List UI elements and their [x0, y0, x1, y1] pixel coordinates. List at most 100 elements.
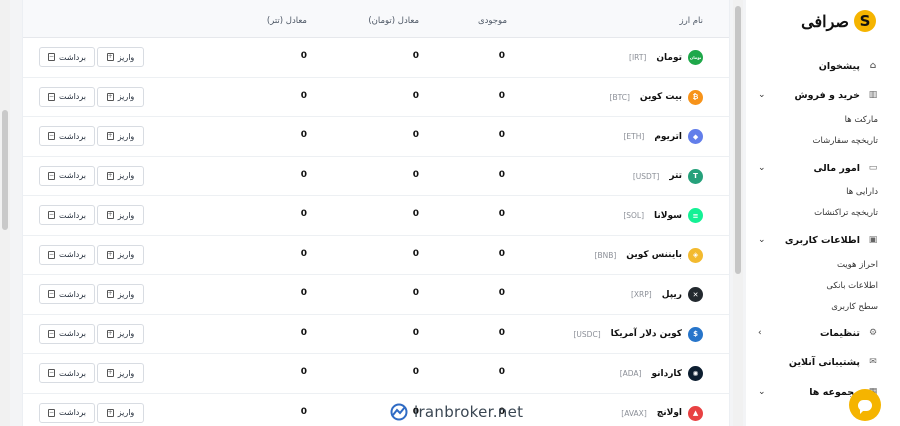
withdraw-icon: −: [48, 250, 56, 259]
sidebar-item-label: تنظیمات: [819, 327, 860, 339]
sidebar-item-label: اطلاعات کاربری: [784, 234, 860, 246]
deposit-icon: +: [106, 290, 114, 298]
brand-logo[interactable]: صرافی: [801, 10, 876, 32]
sidebar-subitem-order-history[interactable]: تاریخچه سفارشات: [813, 136, 879, 146]
deposit-icon: +: [106, 329, 114, 338]
table-row: $ کوین دلار آمریکا [USDC] 0 0 0 واریز + …: [23, 315, 729, 354]
sidebar-item-support[interactable]: ✉ پشتیبانی آنلاین: [746, 352, 900, 372]
sidebar-item-settings[interactable]: ⚙ تنظیمات ›: [746, 323, 900, 343]
usdt-value: 0: [300, 51, 307, 61]
withdraw-icon: −: [48, 408, 56, 417]
withdraw-label: برداشت: [59, 289, 86, 299]
chevron-down-icon: ⌄: [758, 90, 766, 100]
sidebar-subitem-kyc[interactable]: احراز هویت: [837, 260, 878, 270]
sidebar-subitem-user-level[interactable]: سطح کاربری: [831, 302, 878, 312]
sidebar: صرافی ⌂ پیشخوان ▥ خرید و فروش ⌄ مارکت ها…: [746, 0, 900, 426]
withdraw-button[interactable]: برداشت −: [39, 363, 95, 383]
sidebar-subitem-bank-info[interactable]: اطلاعات بانکی: [826, 281, 878, 291]
tether-icon: T: [688, 168, 703, 184]
withdraw-label: برداشت: [59, 52, 86, 62]
table-row: ◆ اتریوم [ETH] 0 0 0 واریز + برداشت −: [23, 117, 729, 157]
withdraw-button[interactable]: برداشت −: [39, 165, 95, 186]
deposit-button[interactable]: واریز +: [97, 126, 144, 146]
withdraw-label: برداشت: [59, 171, 86, 180]
withdraw-label: برداشت: [59, 131, 86, 141]
deposit-button[interactable]: واریز +: [97, 205, 144, 225]
withdraw-button[interactable]: برداشت −: [39, 402, 95, 423]
sidebar-item-trade[interactable]: ▥ خرید و فروش ⌄: [746, 85, 900, 105]
sidebar-item-label: پیشخوان: [818, 60, 860, 72]
withdraw-label: برداشت: [59, 92, 86, 101]
withdraw-button[interactable]: برداشت −: [39, 205, 95, 225]
usdt-value: 0: [300, 209, 307, 219]
coin-name: کاردانو: [651, 368, 682, 379]
table-row: ✕ ریپل [XRP] 0 0 0 واریز + برداشت −: [23, 275, 729, 315]
withdraw-button[interactable]: برداشت −: [39, 47, 95, 67]
deposit-icon: +: [106, 53, 114, 61]
table-row: ₿ بیت کوین [BTC] 0 0 0 واریز + برداشت −: [23, 78, 729, 117]
app-window: نام ارز موجودی معادل (تومان) معادل (تتر)…: [0, 0, 900, 426]
sidebar-item-dashboard[interactable]: ⌂ پیشخوان: [746, 56, 900, 76]
table-row: تومان تومان [IRT] 0 0 0 واریز + برداشت −: [23, 38, 729, 78]
assets-table: نام ارز موجودی معادل (تومان) معادل (تتر)…: [22, 0, 730, 426]
balance-value: 0: [498, 209, 505, 219]
balance-value: 0: [498, 51, 505, 61]
chevron-down-icon: ⌄: [758, 387, 766, 397]
deposit-button[interactable]: واریز +: [97, 323, 144, 344]
deposit-icon: +: [106, 92, 114, 101]
toman-value: 0: [412, 90, 419, 101]
table-row: ◈ بایننس کوین [BNB] 0 0 0 واریز + برداشت…: [23, 236, 729, 275]
deposit-button[interactable]: واریز +: [97, 165, 144, 186]
withdraw-icon: −: [48, 369, 56, 377]
withdraw-button[interactable]: برداشت −: [39, 284, 95, 304]
brand-name: صرافی: [801, 11, 849, 31]
withdraw-icon: −: [48, 132, 56, 140]
deposit-label: واریز: [117, 289, 135, 299]
balance-value: 0: [498, 288, 505, 298]
sidebar-subitem-transactions[interactable]: تاریخچه تراکنشات: [814, 208, 878, 218]
deposit-button[interactable]: واریز +: [97, 363, 144, 383]
coin-symbol: [USDT]: [632, 171, 660, 181]
balance-value: 0: [498, 169, 505, 180]
sidebar-item-label: امور مالی: [813, 162, 861, 174]
sidebar-subitem-markets[interactable]: مارکت ها: [845, 115, 878, 125]
horizontal-scrollbar[interactable]: [0, 0, 10, 426]
ethereum-icon: ◆: [688, 129, 703, 144]
deposit-label: واریز: [117, 131, 135, 141]
withdraw-button[interactable]: برداشت −: [39, 126, 95, 146]
sidebar-subitem-assets[interactable]: دارایی ها: [846, 187, 878, 197]
coin-symbol: [BTC]: [609, 92, 630, 102]
coin-symbol: [IRT]: [629, 53, 647, 62]
toman-value: 0: [412, 169, 419, 180]
scrollbar-thumb[interactable]: [2, 110, 8, 230]
withdraw-button[interactable]: برداشت −: [39, 86, 95, 107]
deposit-label: واریز: [117, 52, 135, 62]
deposit-button[interactable]: واریز +: [97, 402, 144, 423]
vertical-scrollbar[interactable]: [733, 0, 743, 426]
sidebar-item-user-info[interactable]: ▣ اطلاعات کاربری ⌄: [746, 230, 900, 250]
coin-cell: ✕ ریپل [XRP]: [631, 287, 703, 302]
deposit-label: واریز: [117, 368, 135, 378]
chevron-left-icon: ›: [758, 328, 762, 338]
scrollbar-thumb[interactable]: [735, 6, 741, 274]
toman-value: 0: [412, 130, 419, 140]
deposit-button[interactable]: واریز +: [97, 244, 144, 265]
deposit-button[interactable]: واریز +: [97, 86, 144, 107]
usdt-value: 0: [300, 130, 307, 140]
table-row: ✺ کاردانو [ADA] 0 0 0 واریز + برداشت −: [23, 354, 729, 394]
cardano-icon: ✺: [688, 366, 703, 381]
chat-button[interactable]: [849, 389, 881, 421]
withdraw-button[interactable]: برداشت −: [39, 244, 95, 265]
coin-symbol: [XRP]: [630, 290, 652, 299]
coin-cell: ₿ بیت کوین [BTC]: [609, 89, 703, 105]
toman-value: 0: [412, 367, 419, 377]
sidebar-item-finance[interactable]: ▭ امور مالی ⌄: [746, 158, 900, 178]
deposit-label: واریز: [117, 408, 135, 417]
deposit-button[interactable]: واریز +: [97, 47, 144, 67]
deposit-label: واریز: [117, 250, 135, 259]
deposit-button[interactable]: واریز +: [97, 284, 144, 304]
deposit-icon: +: [106, 211, 114, 219]
toman-value: 0: [412, 209, 419, 219]
withdraw-button[interactable]: برداشت −: [39, 323, 95, 344]
usdt-value: 0: [300, 169, 307, 180]
